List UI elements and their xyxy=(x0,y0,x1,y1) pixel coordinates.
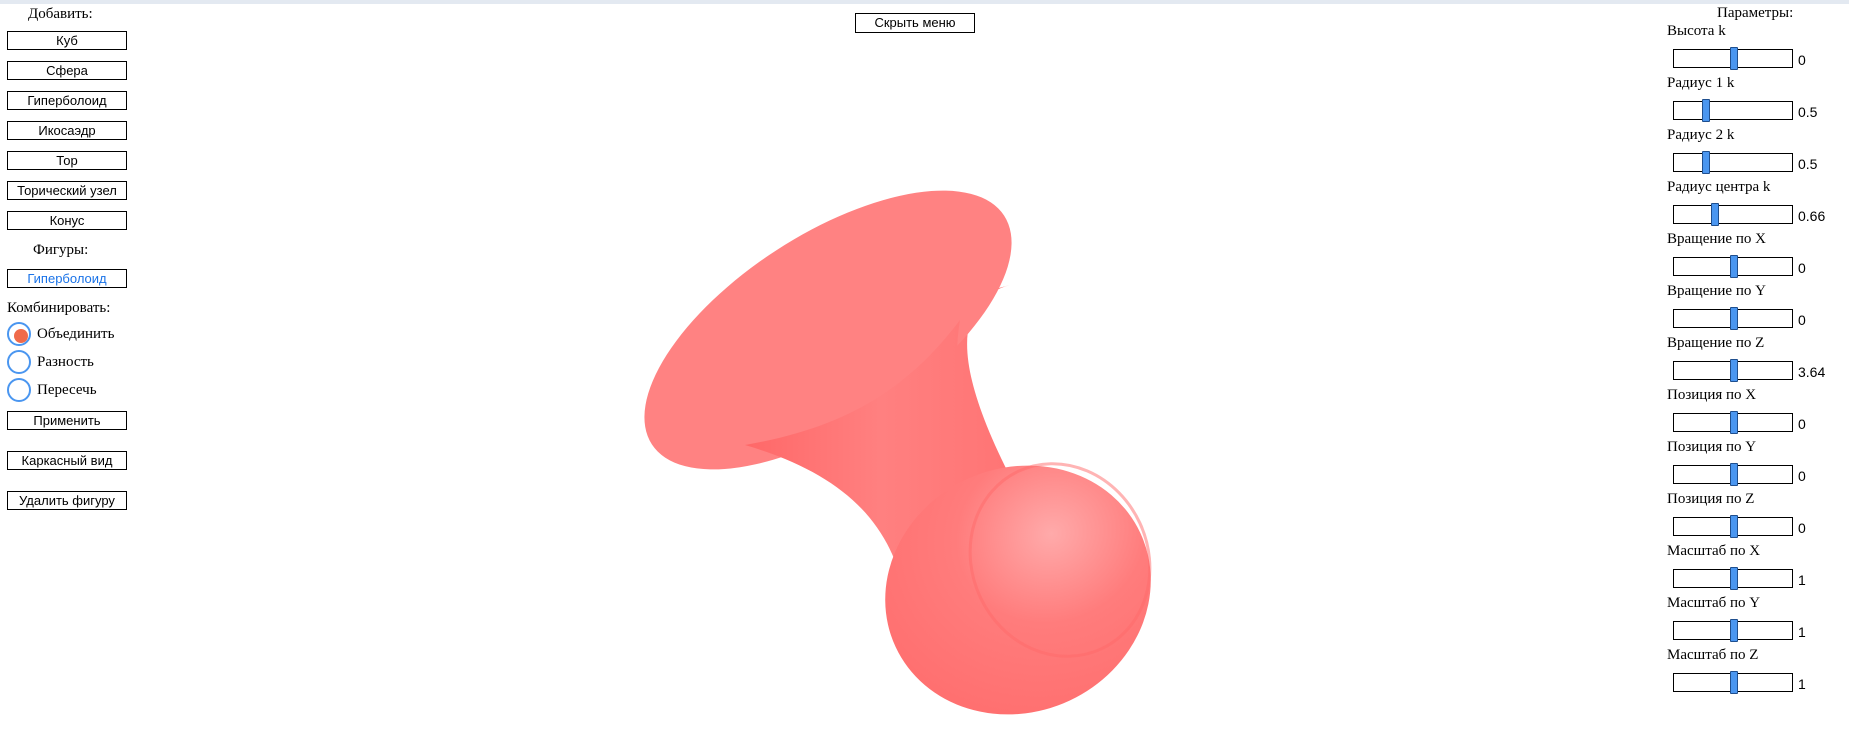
slider-value: 0.5 xyxy=(1798,156,1818,172)
slider-value: 0 xyxy=(1798,416,1806,432)
slider-value: 0 xyxy=(1798,520,1806,536)
slider-value: 0 xyxy=(1798,260,1806,276)
slider-value: 3.64 xyxy=(1798,364,1826,380)
parameter-slider[interactable] xyxy=(1673,515,1793,538)
apply-button[interactable]: Применить xyxy=(7,411,127,430)
add-cone-button[interactable]: Конус xyxy=(7,211,127,230)
add-torus-button[interactable]: Тор xyxy=(7,151,127,170)
parameter-slider[interactable] xyxy=(1673,307,1793,330)
add-cube-button[interactable]: Куб xyxy=(7,31,127,50)
wireframe-toggle-button[interactable]: Каркасный вид xyxy=(7,451,127,470)
slider-label: Вращение по Y xyxy=(1667,283,1766,299)
slider-label: Позиция по X xyxy=(1667,387,1757,403)
slider-value: 0.5 xyxy=(1798,104,1818,120)
slider-thumb[interactable] xyxy=(1702,151,1710,174)
parameters-title: Параметры: xyxy=(1717,5,1794,21)
radio-label: Разность xyxy=(37,354,94,370)
slider-label: Радиус 1 k xyxy=(1667,75,1735,91)
slider-thumb[interactable] xyxy=(1730,515,1738,538)
slider-value: 0 xyxy=(1798,312,1806,328)
parameter-slider[interactable] xyxy=(1673,203,1793,226)
slider-value: 1 xyxy=(1798,676,1806,692)
slider-value: 1 xyxy=(1798,572,1806,588)
hyperboloid-mesh[interactable] xyxy=(600,136,1192,748)
slider-label: Радиус 2 k xyxy=(1667,127,1735,143)
slider-label: Масштаб по Y xyxy=(1667,595,1761,611)
slider-thumb[interactable] xyxy=(1730,307,1738,330)
radio-selected-dot xyxy=(14,329,28,343)
radio-circle[interactable] xyxy=(7,378,31,402)
slider-thumb[interactable] xyxy=(1730,567,1738,590)
slider-thumb[interactable] xyxy=(1711,203,1719,226)
parameter-slider[interactable] xyxy=(1673,463,1793,486)
slider-label: Высота k xyxy=(1667,23,1726,39)
slider-thumb[interactable] xyxy=(1730,463,1738,486)
parameter-slider[interactable] xyxy=(1673,411,1793,434)
slider-thumb[interactable] xyxy=(1730,255,1738,278)
slider-value: 0 xyxy=(1798,52,1806,68)
slider-label: Вращение по X xyxy=(1667,231,1766,247)
parameter-slider[interactable] xyxy=(1673,99,1793,122)
slider-thumb[interactable] xyxy=(1702,99,1710,122)
parameter-slider[interactable] xyxy=(1673,671,1793,694)
add-sphere-button[interactable]: Сфера xyxy=(7,61,127,80)
hide-menu-button[interactable]: Скрыть меню xyxy=(855,13,975,33)
slider-label: Радиус центра k xyxy=(1667,179,1771,195)
add-torus-knot-button[interactable]: Торический узел xyxy=(7,181,127,200)
radio-circle[interactable] xyxy=(7,350,31,374)
3d-viewport[interactable] xyxy=(140,4,1665,748)
slider-label: Масштаб по X xyxy=(1667,543,1761,559)
slider-thumb[interactable] xyxy=(1730,411,1738,434)
parameter-slider[interactable] xyxy=(1673,619,1793,642)
slider-label: Масштаб по Z xyxy=(1667,647,1759,663)
add-icosahedron-button[interactable]: Икосаэдр xyxy=(7,121,127,140)
radio-label: Объединить xyxy=(37,326,115,342)
app-page: Добавить: Куб Сфера Гиперболоид Икосаэдр… xyxy=(0,0,1849,748)
add-hyperboloid-button[interactable]: Гиперболоид xyxy=(7,91,127,110)
slider-value: 0.66 xyxy=(1798,208,1826,224)
slider-thumb[interactable] xyxy=(1730,619,1738,642)
radio-label: Пересечь xyxy=(37,382,97,398)
slider-label: Позиция по Z xyxy=(1667,491,1755,507)
parameter-slider[interactable] xyxy=(1673,359,1793,382)
figure-list-item[interactable]: Гиперболоид xyxy=(7,269,127,288)
parameter-slider[interactable] xyxy=(1673,47,1793,70)
slider-thumb[interactable] xyxy=(1730,671,1738,694)
parameter-slider[interactable] xyxy=(1673,255,1793,278)
combine-section-title: Комбинировать: xyxy=(7,300,111,316)
slider-label: Позиция по Y xyxy=(1667,439,1757,455)
delete-figure-button[interactable]: Удалить фигуру xyxy=(7,491,127,510)
scene-canvas[interactable] xyxy=(140,4,1665,748)
slider-thumb[interactable] xyxy=(1730,47,1738,70)
slider-value: 0 xyxy=(1798,468,1806,484)
slider-thumb[interactable] xyxy=(1730,359,1738,382)
slider-value: 1 xyxy=(1798,624,1806,640)
figures-section-title: Фигуры: xyxy=(33,242,89,258)
radio-circle[interactable] xyxy=(7,322,31,346)
parameter-slider[interactable] xyxy=(1673,567,1793,590)
slider-label: Вращение по Z xyxy=(1667,335,1765,351)
add-section-title: Добавить: xyxy=(28,6,93,22)
parameter-slider[interactable] xyxy=(1673,151,1793,174)
